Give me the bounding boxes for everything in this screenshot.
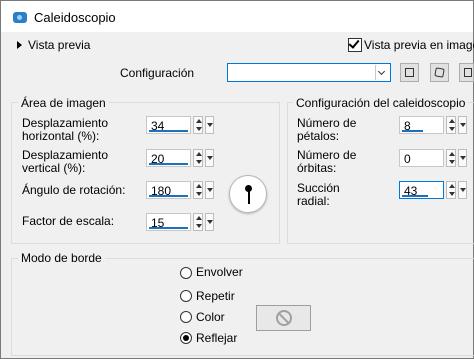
scale-factor-field[interactable]: 15 <box>146 213 191 231</box>
live-preview-checkbox[interactable] <box>348 37 362 52</box>
rotation-angle-field[interactable]: 180 <box>146 181 191 199</box>
vertical-offset-spinner[interactable]: 20 <box>146 149 219 169</box>
radial-suction-field[interactable]: 43 <box>399 181 444 199</box>
scale-factor-stepper[interactable] <box>193 213 203 231</box>
scale-factor-label: Factor de escala: <box>22 214 115 228</box>
radio-reflect[interactable] <box>180 332 192 344</box>
petals-label: Número de pétalos: <box>297 116 357 143</box>
checkmark-icon <box>348 37 360 49</box>
horizontal-offset-label: Desplazamiento horizontal (%): <box>22 116 109 143</box>
vertical-offset-stepper[interactable] <box>193 149 203 167</box>
petals-slider[interactable] <box>402 130 423 132</box>
vertical-offset-field[interactable]: 20 <box>146 149 191 167</box>
save-preset-button[interactable] <box>400 63 419 82</box>
radial-suction-dropdown[interactable] <box>458 181 467 199</box>
radial-suction-stepper[interactable] <box>446 181 456 199</box>
radio-repeat[interactable] <box>180 290 192 302</box>
petals-stepper[interactable] <box>446 116 456 134</box>
vertical-offset-dropdown[interactable] <box>205 149 214 167</box>
reset-button[interactable] <box>459 63 474 82</box>
kaleidoscope-app-icon <box>13 12 27 23</box>
horizontal-offset-field[interactable]: 34 <box>146 116 191 134</box>
radio-wrap-label[interactable]: Envolver <box>196 266 243 279</box>
dial-knob-icon <box>245 185 252 192</box>
radio-color-label[interactable]: Color <box>196 311 225 324</box>
orbits-label: Número de órbitas: <box>297 148 357 175</box>
radial-suction-slider[interactable] <box>402 195 428 197</box>
manage-presets-button[interactable] <box>430 63 449 82</box>
orbits-value: 0 <box>404 152 411 166</box>
orbits-stepper[interactable] <box>446 149 456 167</box>
petals-field[interactable]: 8 <box>399 116 444 134</box>
petals-spinner[interactable]: 8 <box>399 116 474 136</box>
radial-suction-spinner[interactable]: 43 <box>399 181 474 201</box>
rotation-angle-stepper[interactable] <box>193 181 203 199</box>
radio-color[interactable] <box>180 311 192 323</box>
rotation-angle-dropdown[interactable] <box>205 181 214 199</box>
config-label: Configuración <box>120 66 195 80</box>
orbits-dropdown[interactable] <box>458 149 467 167</box>
expand-preview-arrow-icon[interactable] <box>17 41 22 49</box>
rotation-angle-spinner[interactable]: 180 <box>146 181 219 201</box>
radio-reflect-label[interactable]: Reflejar <box>196 332 237 345</box>
horizontal-offset-spinner[interactable]: 34 <box>146 116 219 136</box>
preview-toggle-label[interactable]: Vista previa <box>28 39 90 52</box>
horizontal-offset-dropdown[interactable] <box>205 116 214 134</box>
petals-dropdown[interactable] <box>458 116 467 134</box>
config-select[interactable] <box>227 63 391 82</box>
save-icon <box>405 68 414 77</box>
rotation-dial[interactable] <box>229 175 267 213</box>
rotation-angle-label: Ángulo de rotación: <box>22 183 126 197</box>
scale-factor-dropdown[interactable] <box>205 213 214 231</box>
scale-factor-spinner[interactable]: 15 <box>146 213 219 233</box>
horizontal-offset-slider[interactable] <box>149 130 188 132</box>
orbits-field[interactable]: 0 <box>399 149 444 167</box>
radio-wrap[interactable] <box>180 267 192 279</box>
chevron-down-icon[interactable] <box>375 65 389 80</box>
horizontal-offset-stepper[interactable] <box>193 116 203 134</box>
no-color-icon <box>276 310 292 326</box>
window-title: Caleidoscopio <box>34 10 116 25</box>
reset-icon <box>464 68 472 77</box>
vertical-offset-slider[interactable] <box>149 163 188 165</box>
radial-suction-label: Succión radial: <box>297 181 340 208</box>
live-preview-label[interactable]: Vista previa en imagen <box>364 39 474 52</box>
rotation-angle-slider[interactable] <box>149 195 188 197</box>
orbits-spinner[interactable]: 0 <box>399 149 474 169</box>
scale-factor-slider[interactable] <box>149 227 188 229</box>
radio-repeat-label[interactable]: Repetir <box>196 290 235 303</box>
cube-icon <box>434 67 445 78</box>
border-color-swatch[interactable] <box>256 305 311 331</box>
border-mode-title: Modo de borde <box>18 251 105 265</box>
vertical-offset-label: Desplazamiento vertical (%): <box>22 148 109 175</box>
image-area-title: Área de imagen <box>18 96 109 110</box>
title-bar: Caleidoscopio <box>1 1 473 32</box>
kaleidoscope-config-title: Configuración del caleidoscopio <box>293 96 469 110</box>
